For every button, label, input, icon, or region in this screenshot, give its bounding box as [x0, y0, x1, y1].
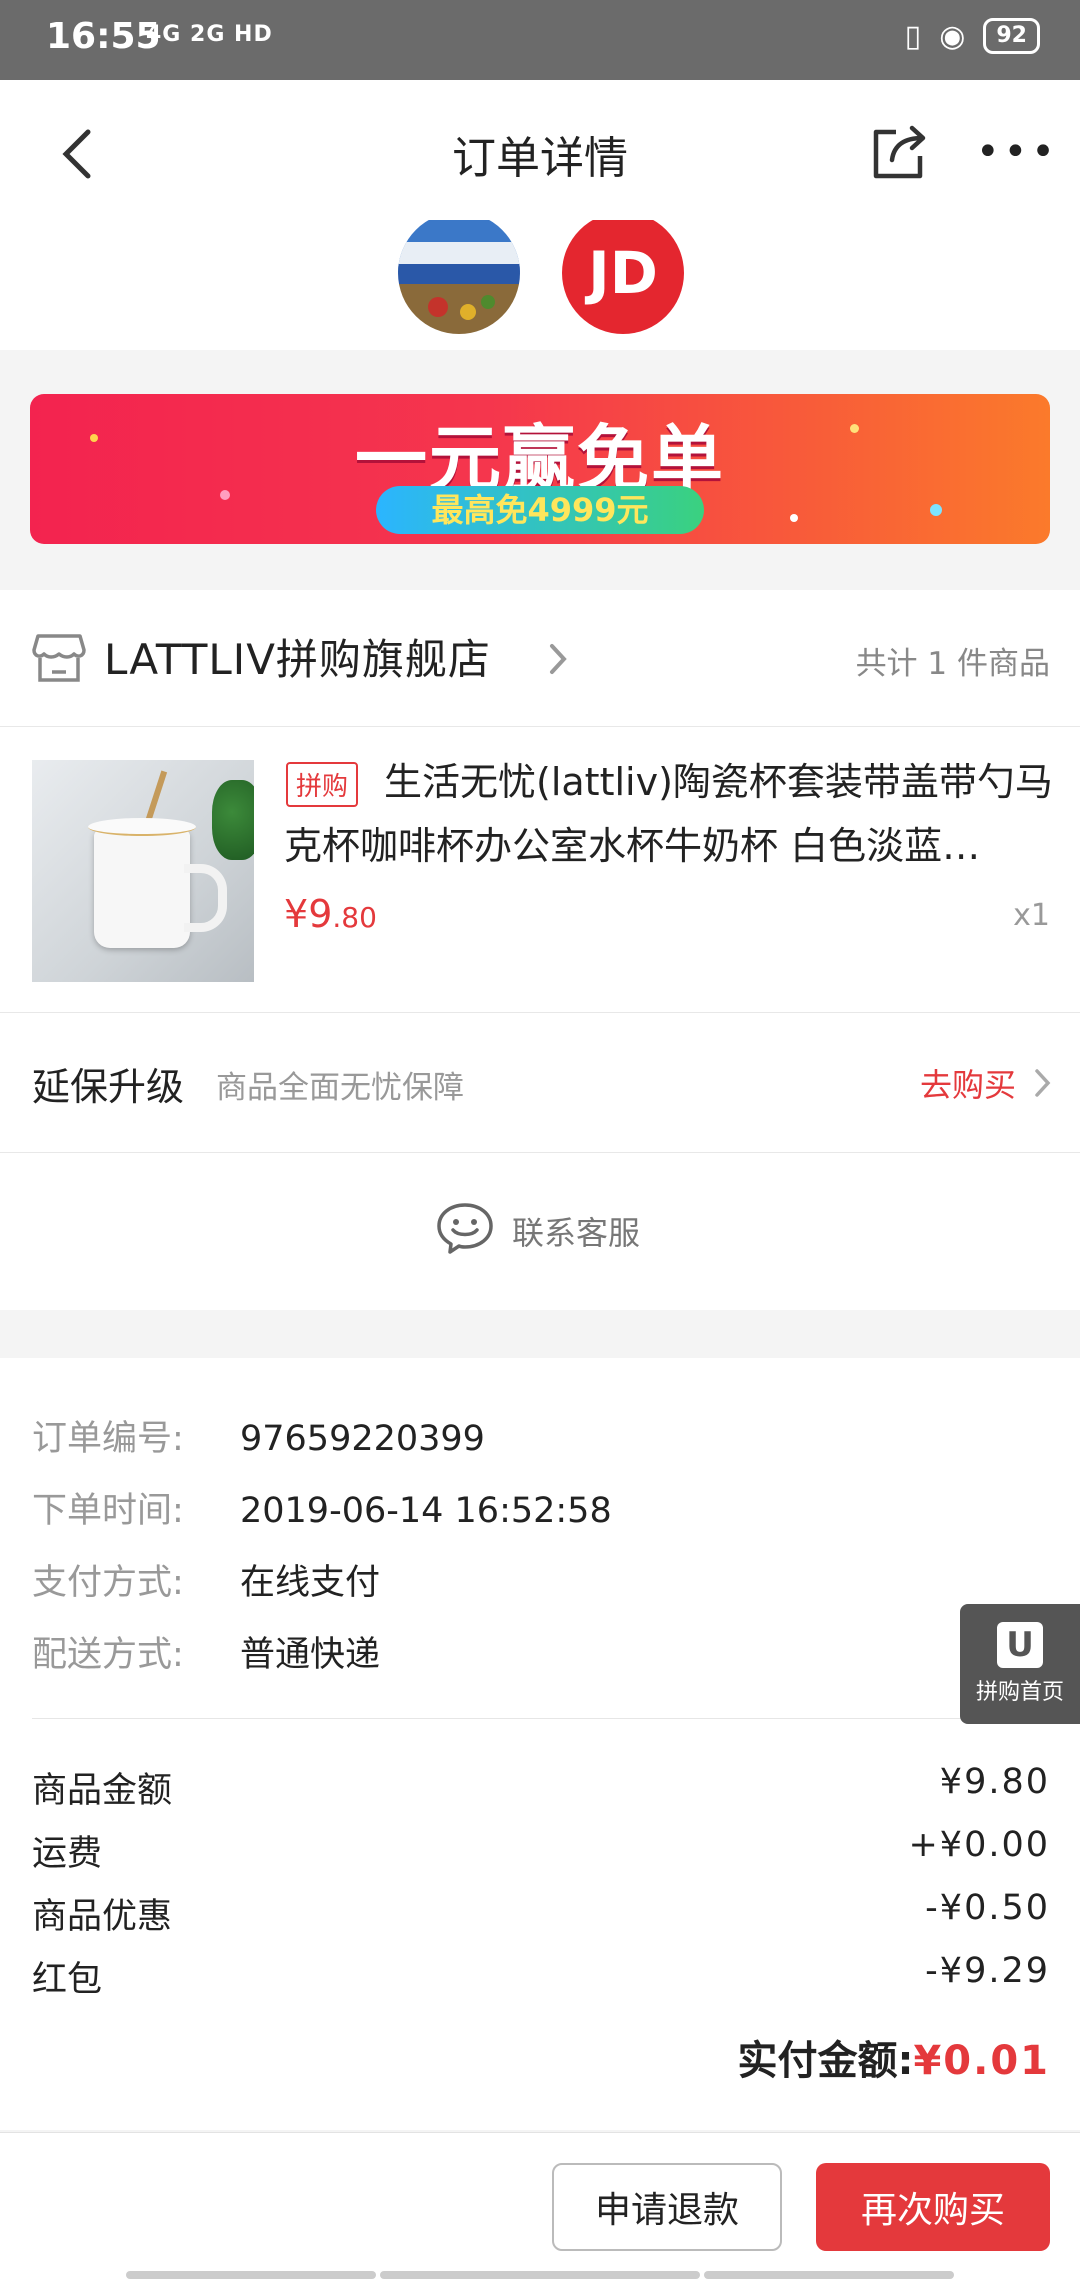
total-paid: 实付金额:¥0.01 [737, 2028, 1050, 2086]
lock-icon: ◉ [939, 18, 966, 54]
plant-decoration [212, 780, 254, 860]
warranty-title: 延保升级 [32, 1065, 185, 1109]
price-symbol: ¥ [284, 892, 309, 936]
order-card: LATTLIV拼购旗舰店 共计 1 件商品 生活无忧(lattliv)陶瓷杯套装… [0, 590, 1080, 1310]
discount-amount: -¥0.50 [925, 1888, 1050, 1928]
payment-method-label: 支付方式: [32, 1563, 184, 1603]
network-indicator: 4G 2G HD [146, 22, 273, 47]
banner-subtitle: 最高免4999元 [376, 486, 704, 534]
gesture-bar [126, 2271, 376, 2279]
product-price: ¥9.80 [284, 892, 377, 936]
order-info: 订单编号: 97659220399 下单时间: 2019-06-14 16:52:5… [0, 1358, 1080, 2130]
goods-amount-row: 商品金额 ¥9.80 [32, 1762, 1050, 1813]
order-time-row: 下单时间: 2019-06-14 16:52:58 [32, 1482, 612, 1533]
order-number[interactable]: 97659220399 [240, 1419, 485, 1459]
nav-bar: 订单详情 ••• [0, 80, 1080, 220]
delivery-method-label: 配送方式: [32, 1635, 184, 1675]
contact-service-label: 联系客服 [512, 1214, 641, 1252]
shipping-fee-label: 运费 [32, 1834, 103, 1874]
pingou-home-button[interactable]: U 拼购首页 [960, 1604, 1080, 1724]
status-time: 16:55 [46, 16, 161, 57]
divider [32, 1718, 1080, 1719]
bottom-action-bar: 申请退款 再次购买 [0, 2132, 1080, 2281]
store-icon [32, 634, 86, 682]
warranty-desc: 商品全面无忧保障 [216, 1070, 464, 1106]
mug-lid-shape [88, 818, 196, 836]
product-image[interactable] [32, 760, 254, 982]
discount-label: 商品优惠 [32, 1897, 173, 1937]
store-row[interactable]: LATTLIV拼购旗舰店 共计 1 件商品 [0, 590, 1080, 727]
status-icons: ▯ ◉ 92 [905, 18, 1040, 54]
pingou-home-icon: U [997, 1622, 1043, 1668]
goods-amount-label: 商品金额 [32, 1771, 173, 1811]
pingou-tag: 拼购 [286, 762, 359, 807]
price-integer: 9 [308, 892, 333, 936]
confetti-dot [790, 514, 798, 522]
vibrate-icon: ▯ [904, 18, 922, 54]
chat-face-icon [437, 1203, 493, 1254]
share-icon[interactable] [866, 120, 930, 184]
order-time: 2019-06-14 16:52:58 [240, 1491, 612, 1531]
more-icon[interactable]: ••• [976, 132, 1059, 172]
store-name[interactable]: LATTLIV拼购旗舰店 [104, 626, 491, 687]
confetti-dot [930, 504, 942, 516]
price-decimal: .80 [332, 901, 377, 934]
mug-shape [94, 830, 190, 948]
pingou-home-label: 拼购首页 [975, 1680, 1064, 1705]
refund-button[interactable]: 申请退款 [552, 2163, 782, 2251]
mug-handle-shape [184, 864, 227, 932]
item-count: 共计 1 件商品 [855, 646, 1050, 682]
gesture-bar [380, 2271, 700, 2279]
delivery-method: 普通快递 [240, 1635, 381, 1675]
goods-amount: ¥9.80 [939, 1762, 1050, 1802]
shipping-fee-row: 运费 +¥0.00 [32, 1825, 1050, 1876]
red-packet-amount: -¥9.29 [925, 1951, 1050, 1991]
payment-method-row: 支付方式: 在线支付 [32, 1554, 380, 1605]
discount-row: 商品优惠 -¥0.50 [32, 1888, 1050, 1939]
delivery-method-row: 配送方式: 普通快递 [32, 1626, 380, 1677]
promo-banner[interactable]: 一元赢免单 最高免4999元 [30, 394, 1050, 544]
chevron-right-icon [550, 644, 567, 674]
warranty-buy-link[interactable]: 去购买 [920, 1060, 1016, 1106]
status-bar: 16:55 4G 2G HD ▯ ◉ 92 [0, 0, 1080, 80]
jd-avatar: JD [562, 220, 684, 334]
contact-service-button[interactable]: 联系客服 [0, 1152, 1080, 1310]
product-title[interactable]: 生活无忧(lattliv)陶瓷杯套装带盖带勺马克杯咖啡杯办公室水杯牛奶杯 白色淡… [284, 750, 1054, 878]
order-time-label: 下单时间: [32, 1491, 184, 1531]
red-packet-label: 红包 [32, 1960, 103, 2000]
payment-method: 在线支付 [240, 1563, 381, 1603]
group-avatars: JD [0, 220, 1080, 350]
product-item[interactable]: 生活无忧(lattliv)陶瓷杯套装带盖带勺马克杯咖啡杯办公室水杯牛奶杯 白色淡… [0, 726, 1080, 1013]
product-quantity: x1 [1013, 898, 1050, 933]
order-number-label: 订单编号: [32, 1419, 184, 1459]
rebuy-button[interactable]: 再次购买 [816, 2163, 1050, 2251]
shipping-fee: +¥0.00 [908, 1825, 1050, 1865]
warranty-row[interactable]: 延保升级 商品全面无忧保障 去购买 [0, 1012, 1080, 1153]
order-number-row: 订单编号: 97659220399 [32, 1410, 485, 1461]
red-packet-row: 红包 -¥9.29 [32, 1951, 1050, 2002]
chevron-right-icon [1035, 1069, 1051, 1097]
gesture-bar [704, 2271, 954, 2279]
total-paid-amount: ¥0.01 [913, 2038, 1050, 2084]
battery-icon: 92 [983, 18, 1040, 54]
total-paid-label: 实付金额: [737, 2038, 914, 2084]
user-avatar [398, 220, 520, 334]
